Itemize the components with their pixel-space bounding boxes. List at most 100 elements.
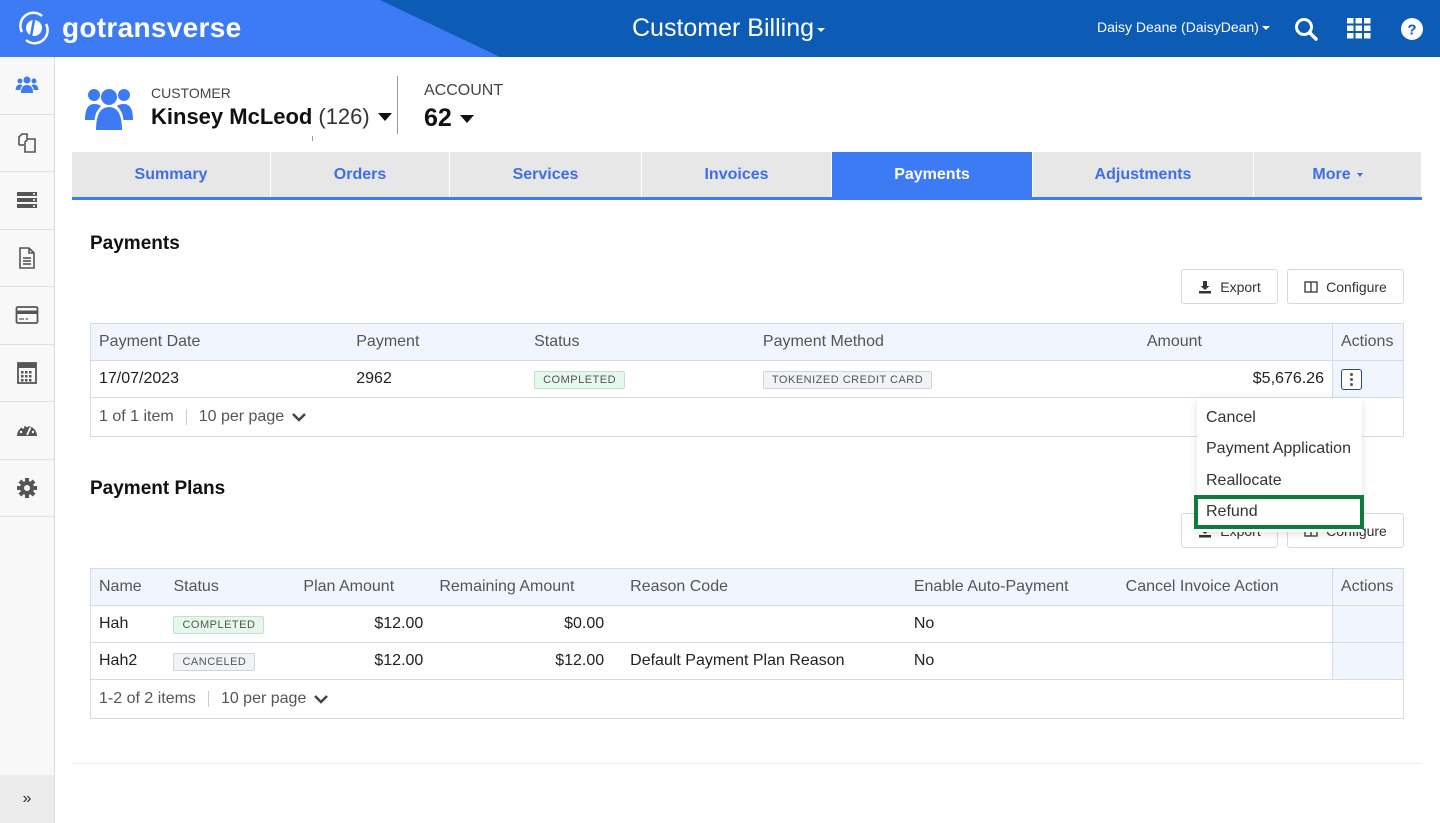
payment-plans-table: Name Status Plan Amount Remaining Amount… xyxy=(90,568,1405,719)
export-label: Export xyxy=(1220,278,1261,295)
customer-label: CUSTOMER xyxy=(151,85,231,101)
cancel-invoice-action xyxy=(1117,605,1333,643)
pager-summary: 1 of 1 item xyxy=(99,408,174,425)
kebab-dot xyxy=(1349,377,1353,381)
caret-down-icon xyxy=(459,114,474,123)
status-badge: COMPLETED xyxy=(534,370,626,389)
user-name: Daisy Deane (DaisyDean) xyxy=(1097,19,1259,35)
actions-cell xyxy=(1331,605,1405,643)
menu-item-refund[interactable]: Refund xyxy=(1197,497,1362,529)
reason-code xyxy=(622,605,906,643)
sidebar-expand-button[interactable]: » xyxy=(0,775,54,823)
row-actions-button[interactable] xyxy=(1340,368,1362,390)
table-row[interactable]: 17/07/2023 2962 COMPLETED TOKENIZED CRED… xyxy=(90,360,1405,398)
gear-icon xyxy=(17,477,37,498)
table-header-row: Payment Date Payment Status Payment Meth… xyxy=(90,323,1405,361)
pager-cell: 1-2 of 2 items 10 per page xyxy=(90,679,1404,719)
column-header[interactable]: Payment xyxy=(348,323,527,361)
help-icon[interactable]: ? xyxy=(1399,16,1425,42)
payments-title: Payments xyxy=(90,233,180,254)
tab-label: Adjustments xyxy=(1094,165,1192,183)
tab-orders[interactable]: Orders xyxy=(271,152,450,197)
search-icon[interactable] xyxy=(1293,16,1319,42)
per-page-select[interactable]: 10 per page xyxy=(221,690,329,708)
pager: 1-2 of 2 items 10 per page xyxy=(99,690,1395,708)
download-icon xyxy=(1199,280,1212,293)
sidebar-item-orders[interactable] xyxy=(0,115,54,172)
menu-item-cancel[interactable]: Cancel xyxy=(1197,402,1362,434)
payment-date: 17/07/2023 xyxy=(90,360,349,398)
caret-down-icon xyxy=(1356,172,1363,177)
sidebar-item-payments[interactable] xyxy=(0,287,54,345)
column-header[interactable]: Payment Date xyxy=(90,323,349,361)
chevron-down-icon xyxy=(292,413,306,422)
payment-amount: $5,676.26 xyxy=(984,360,1333,398)
logo[interactable]: gotransverse xyxy=(16,10,241,46)
tab-services[interactable]: Services xyxy=(450,152,642,197)
configure-button[interactable]: Configure xyxy=(1287,269,1404,304)
column-header[interactable]: Status xyxy=(165,568,296,606)
app-title: Customer Billing xyxy=(632,14,815,42)
customer-id: (126) xyxy=(318,104,370,129)
column-header[interactable]: Reason Code xyxy=(622,568,906,606)
menu-item-reallocate[interactable]: Reallocate xyxy=(1197,465,1362,497)
caret-down-icon xyxy=(1261,26,1270,30)
brand-name: gotransverse xyxy=(62,12,242,43)
table-row[interactable]: Hah COMPLETED $12.00 $0.00 No xyxy=(90,605,1405,643)
per-page-select[interactable]: 10 per page xyxy=(199,408,306,426)
column-header[interactable]: Remaining Amount xyxy=(431,568,623,606)
caret-down-icon xyxy=(817,27,826,32)
status-badge: COMPLETED xyxy=(173,615,265,634)
payment-number[interactable]: 2962 xyxy=(348,360,527,398)
tab-payments[interactable]: Payments xyxy=(832,152,1033,197)
tab-bar: Summary Orders Services Invoices Payment… xyxy=(72,152,1422,200)
tab-adjustments[interactable]: Adjustments xyxy=(1033,152,1254,197)
caret-down-icon xyxy=(377,113,392,121)
status-cell: COMPLETED xyxy=(526,360,755,398)
column-header[interactable]: Payment Method xyxy=(754,323,985,361)
column-header[interactable]: Plan Amount xyxy=(295,568,432,606)
sidebar-item-invoices[interactable] xyxy=(0,230,54,287)
sidebar-item-settings[interactable] xyxy=(0,460,54,517)
app-switcher[interactable]: Customer Billing xyxy=(632,14,826,43)
sidebar: » xyxy=(0,57,55,823)
apps-grid-icon[interactable] xyxy=(1346,16,1372,42)
column-header[interactable]: Enable Auto-Payment xyxy=(905,568,1118,606)
sidebar-item-customers[interactable] xyxy=(0,57,54,115)
pager-summary: 1-2 of 2 items xyxy=(99,690,196,707)
sidebar-item-services[interactable] xyxy=(0,172,54,230)
plan-amount: $12.00 xyxy=(295,605,432,643)
top-bar: gotransverse Customer Billing Daisy Dean… xyxy=(0,0,1440,57)
kebab-dot xyxy=(1349,382,1353,386)
table-footer: 1-2 of 2 items 10 per page xyxy=(90,679,1404,719)
plan-name[interactable]: Hah2 xyxy=(90,642,166,680)
copy-icon xyxy=(18,132,36,153)
sidebar-item-calculator[interactable] xyxy=(0,345,54,402)
tab-label: Orders xyxy=(333,165,387,183)
tab-invoices[interactable]: Invoices xyxy=(642,152,832,197)
column-header[interactable]: Amount xyxy=(984,323,1333,361)
column-header: Actions xyxy=(1331,568,1405,606)
customer-name: Kinsey McLeod xyxy=(151,104,313,129)
columns-icon xyxy=(1304,280,1318,293)
column-header[interactable]: Name xyxy=(90,568,166,606)
user-menu[interactable]: Daisy Deane (DaisyDean) xyxy=(1097,19,1270,35)
calculator-icon xyxy=(17,361,37,384)
tab-label: Summary xyxy=(134,165,208,183)
menu-item-payment-application[interactable]: Payment Application xyxy=(1197,434,1362,466)
method-cell: TOKENIZED CREDIT CARD xyxy=(754,360,985,398)
plan-amount: $12.00 xyxy=(295,642,432,680)
sidebar-item-dashboard[interactable] xyxy=(0,402,54,460)
tab-summary[interactable]: Summary xyxy=(72,152,271,197)
tab-more[interactable]: More xyxy=(1254,152,1422,197)
pager-separator xyxy=(207,691,209,707)
reason-code: Default Payment Plan Reason xyxy=(622,642,906,680)
remaining-amount: $12.00 xyxy=(431,642,623,680)
customer-selector[interactable]: Kinsey McLeod (126) xyxy=(151,104,392,130)
table-row[interactable]: Hah2 CANCELED $12.00 $12.00 Default Paym… xyxy=(90,642,1405,680)
column-header[interactable]: Cancel Invoice Action xyxy=(1117,568,1333,606)
export-button[interactable]: Export xyxy=(1181,269,1278,304)
plan-name[interactable]: Hah xyxy=(90,605,166,643)
account-selector[interactable]: 62 xyxy=(424,104,474,133)
column-header[interactable]: Status xyxy=(526,323,755,361)
